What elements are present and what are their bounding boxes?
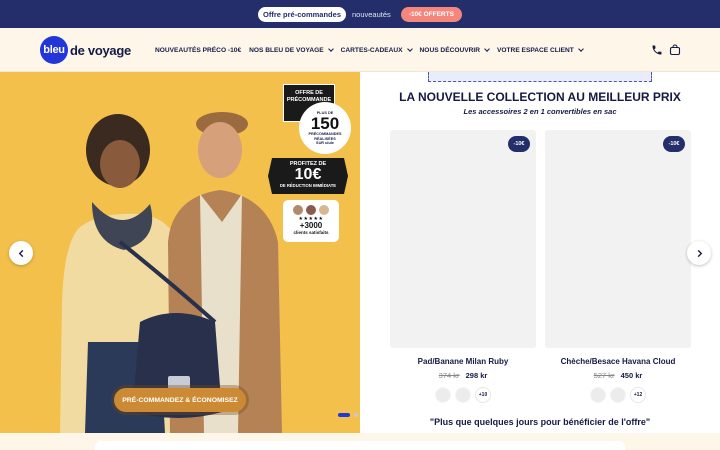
chevron-down-icon: [484, 45, 490, 52]
clients-label: clients satisfaits: [293, 230, 329, 235]
site-header: bleu de voyage NOUVEAUTÉS PRÉCO -10€ NOS…: [0, 28, 720, 72]
bag-icon[interactable]: [669, 44, 681, 56]
chevron-right-icon: [697, 249, 702, 257]
avatar-group: [283, 200, 339, 216]
discount-badge-bottom: DE RÉDUCTION IMMÉDIATE: [279, 183, 337, 188]
nav-item-nos-bleu[interactable]: NOS BLEU DE VOYAGE: [249, 45, 334, 54]
preorders-badge-number: 150: [310, 114, 340, 134]
clients-badge: ★★★★★ +3000 clients satisfaits: [283, 200, 339, 242]
color-swatch[interactable]: [610, 387, 626, 403]
product-image[interactable]: -10€: [390, 130, 536, 348]
discount-tag: -10€: [663, 136, 685, 152]
preorders-badge-middle: PRÉCOMMANDES RÉALISÉES: [308, 132, 342, 141]
logo[interactable]: bleu de voyage: [40, 36, 131, 64]
nav-item-espace-client[interactable]: VOTRE ESPACE CLIENT: [497, 45, 584, 54]
announcement-bar: Offre pré-commandes nouveautés -10€ OFFE…: [0, 0, 720, 28]
avatar: [318, 204, 330, 216]
preorders-badge: PLUS DE 150 PRÉCOMMANDES RÉALISÉES SUR u…: [301, 104, 349, 152]
collection-title: LA NOUVELLE COLLECTION AU MEILLEUR PRIX: [399, 90, 681, 104]
product-card[interactable]: -10€ Pad/Banane Milan Ruby 374 kr 298 kr…: [390, 130, 536, 403]
offer-pill[interactable]: -10€ OFFERTS: [400, 6, 462, 22]
color-swatches: +12: [545, 387, 691, 403]
nav-item-nouveautes[interactable]: NOUVEAUTÉS PRÉCO -10€: [155, 47, 241, 54]
color-swatch[interactable]: [435, 387, 451, 403]
carousel-prev-button[interactable]: [9, 241, 33, 265]
discount-badge: PROFITEZ DE 10€ DE RÉDUCTION IMMÉDIATE: [268, 158, 348, 194]
phone-icon[interactable]: [651, 44, 663, 56]
nav-item-nous-decouvrir[interactable]: NOUS DÉCOUVRIR: [419, 45, 490, 54]
color-swatches: +10: [390, 387, 536, 403]
preorder-pill[interactable]: Offre pré-commandes: [258, 6, 346, 22]
avatar: [292, 204, 304, 216]
carousel-dot-1[interactable]: [338, 413, 350, 417]
logo-circle: bleu: [40, 36, 68, 64]
offer-quote: "Plus que quelques jours pour bénéficier…: [429, 417, 651, 427]
footer-strip: [0, 433, 720, 450]
product-card[interactable]: -10€ Chèche/Besace Havana Cloud 527 kr 4…: [545, 130, 691, 403]
new-price: 450 kr: [620, 371, 643, 380]
nav-item-label: NOS BLEU DE VOYAGE: [249, 46, 324, 54]
nav-item-cartes-cadeaux[interactable]: CARTES-CADEAUX: [340, 45, 413, 54]
nav-item-label: VOTRE ESPACE CLIENT: [497, 46, 574, 54]
more-colors[interactable]: +12: [630, 387, 646, 403]
hero-banner: OFFRE DE PRÉCOMMANDE PLUS DE 150 PRÉCOMM…: [0, 72, 360, 433]
old-price: 527 kr: [593, 371, 615, 380]
price-row: 374 kr 298 kr: [390, 371, 536, 380]
collection-panel: LA NOUVELLE COLLECTION AU MEILLEUR PRIX …: [360, 72, 720, 433]
chevron-down-icon: [577, 45, 584, 52]
nav-item-label: NOUS DÉCOUVRIR: [419, 46, 480, 54]
product-name[interactable]: Chèche/Besace Havana Cloud: [545, 357, 691, 366]
nav-item-label: CARTES-CADEAUX: [340, 46, 403, 54]
announcement-text: nouveautés: [351, 9, 391, 19]
clients-number: +3000: [299, 221, 323, 230]
carousel-dot-2[interactable]: [354, 413, 358, 417]
discount-badge-number: 10€: [294, 166, 322, 183]
color-swatch[interactable]: [455, 387, 471, 403]
carousel-next-button[interactable]: [687, 241, 711, 265]
color-swatch[interactable]: [590, 387, 606, 403]
price-row: 527 kr 450 kr: [545, 371, 691, 380]
nav-item-label: NOUVEAUTÉS PRÉCO -10€: [155, 46, 242, 54]
preorders-badge-bottom: SUR ulule: [316, 140, 334, 145]
avatar: [305, 204, 317, 216]
new-price: 298 kr: [465, 371, 488, 380]
footer-card: [95, 441, 625, 450]
product-name[interactable]: Pad/Banane Milan Ruby: [390, 357, 536, 366]
old-price: 374 kr: [438, 371, 460, 380]
collection-subtitle: Les accessoires 2 en 1 convertibles en s…: [463, 107, 617, 116]
product-image[interactable]: -10€: [545, 130, 691, 348]
discount-tag: -10€: [508, 136, 530, 152]
logo-text: de voyage: [70, 42, 131, 58]
coupon-strip: [428, 72, 652, 82]
preorder-cta-button[interactable]: PRÉ-COMMANDEZ & ÉCONOMISEZ: [114, 388, 246, 412]
main-nav: NOUVEAUTÉS PRÉCO -10€ NOS BLEU DE VOYAGE…: [155, 28, 591, 72]
chevron-left-icon: [18, 249, 23, 257]
chevron-down-icon: [327, 45, 334, 52]
chevron-down-icon: [406, 45, 413, 52]
more-colors[interactable]: +10: [475, 387, 491, 403]
